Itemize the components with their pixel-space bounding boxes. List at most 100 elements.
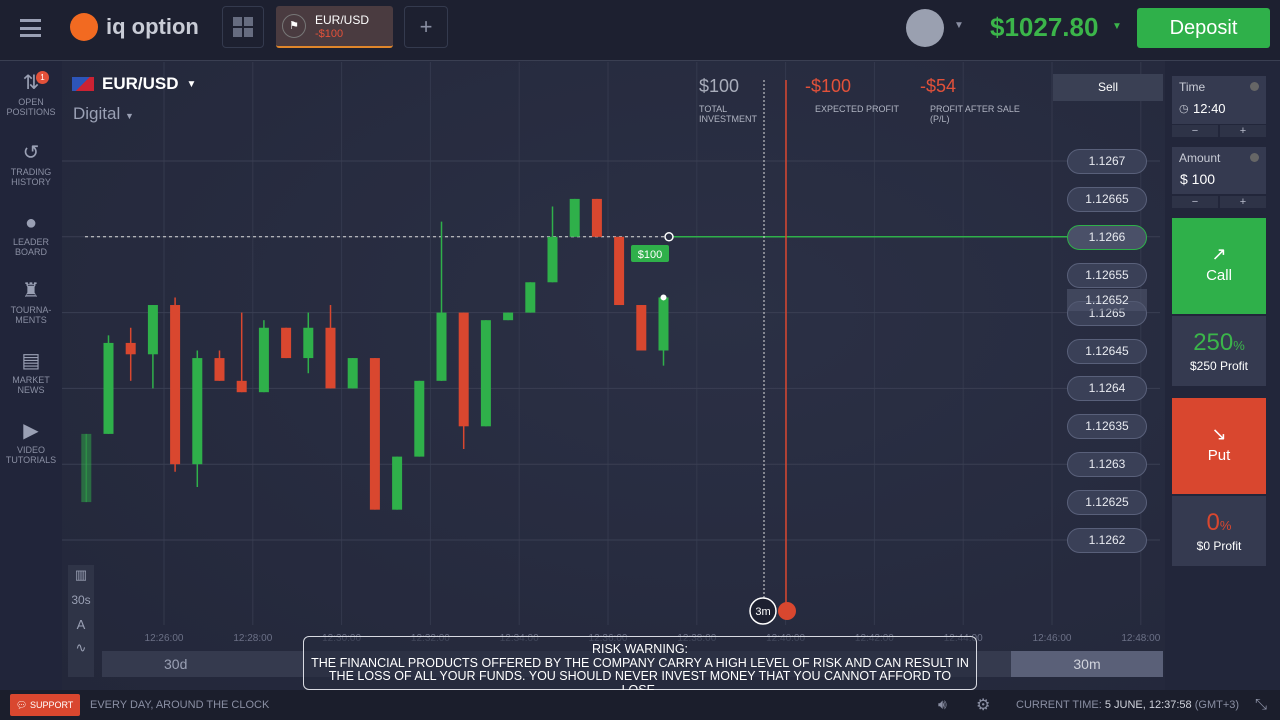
risk-warning-title: RISK WARNING: — [591, 642, 689, 656]
footer: 💬︎ SUPPORT EVERY DAY, AROUND THE CLOCK 🔊… — [0, 690, 1280, 720]
candle-body — [103, 342, 114, 434]
time-tick-label: 12:48:00 — [1121, 633, 1160, 644]
candle-body — [414, 380, 425, 457]
candle-body — [303, 327, 314, 359]
put-button[interactable]: ↘ Put — [1172, 398, 1266, 494]
call-percent: 250 — [1193, 329, 1234, 356]
put-profit-box: 0% $0 Profit — [1172, 496, 1266, 566]
candle-body — [325, 327, 336, 389]
chat-icon: 💬︎ — [16, 700, 28, 710]
put-profit: $0 Profit — [1196, 539, 1242, 553]
profit-after-sale-label: PROFIT AFTER SALE (P/L) — [930, 104, 1020, 124]
finish-flag-icon — [778, 602, 796, 620]
candle-body — [525, 282, 536, 313]
position-entry-marker — [664, 232, 674, 242]
price-level-label: 1.12665 — [1067, 186, 1147, 212]
candle-body — [547, 236, 558, 283]
current-price-dot — [660, 294, 667, 301]
percent-sign: % — [1233, 338, 1245, 353]
chart-type-icon[interactable]: ▥ — [68, 567, 94, 583]
clock-icon: ◷ — [1179, 103, 1189, 115]
profit-after-sale-value: -$54 — [920, 76, 957, 96]
expiry-timer-label: 3m — [755, 606, 770, 618]
asset-selector[interactable]: EUR/USD ▼ — [72, 74, 196, 94]
put-label: Put — [1207, 447, 1231, 464]
time-box[interactable]: Time ◷ 12:40 — [1172, 76, 1266, 124]
total-investment-label: TOTAL INVESTMENT — [699, 104, 758, 124]
amount-label: Amount — [1179, 151, 1221, 165]
candle-body — [569, 198, 580, 237]
current-time-label: CURRENT TIME: — [1016, 699, 1102, 711]
current-time-value: 5 JUNE, 12:37:58 — [1104, 699, 1192, 711]
interval-button[interactable]: 30s — [68, 593, 94, 607]
candle-body — [125, 342, 136, 355]
call-label: Call — [1206, 267, 1232, 284]
price-level-label: 1.12635 — [1067, 414, 1147, 440]
put-percent: 0 — [1206, 509, 1220, 536]
candle-body — [503, 312, 514, 321]
call-profit-box: 250% $250 Profit — [1172, 316, 1266, 386]
candle-body — [614, 236, 625, 306]
help-icon[interactable] — [1250, 82, 1259, 91]
sell-button[interactable]: Sell — [1053, 74, 1163, 101]
price-level-label: 1.1267 — [1067, 149, 1147, 174]
price-level-label: 1.1263 — [1067, 452, 1147, 478]
timezone: (GMT+3) — [1194, 699, 1240, 711]
candle-body — [281, 327, 292, 359]
amount-value: $ 100 — [1180, 171, 1216, 187]
current-price-label: 1.12652 — [1067, 289, 1147, 311]
candle-body — [436, 312, 447, 381]
candle-body — [347, 358, 358, 389]
price-level-label: 1.12655 — [1067, 262, 1147, 288]
candle-body — [591, 198, 602, 237]
candle-body — [458, 312, 469, 427]
amount-plus-button[interactable]: + — [1220, 196, 1266, 208]
candle-body — [258, 327, 269, 393]
risk-warning: RISK WARNING: THE FINANCIAL PRODUCTS OFF… — [303, 636, 977, 696]
expected-profit-value: -$100 — [805, 76, 852, 96]
candle-body — [658, 297, 669, 351]
amount-minus-button[interactable]: − — [1172, 196, 1218, 208]
amount-box[interactable]: Amount $ 100 — [1172, 147, 1266, 194]
price-level-label: 1.12625 — [1067, 490, 1147, 516]
range-start: 30d — [164, 656, 188, 672]
candle-body — [147, 305, 158, 355]
price-level-label: 1.1266 — [1067, 224, 1147, 250]
current-time: CURRENT TIME: 5 JUNE, 12:37:58 (GMT+3) — [1016, 699, 1239, 711]
total-investment-value: $100 — [699, 76, 740, 96]
support-button[interactable]: 💬︎ SUPPORT — [10, 694, 80, 716]
candle-body — [636, 305, 647, 351]
chart-tools: ▥ 30s A ∿ — [68, 565, 94, 677]
candle-body — [480, 320, 491, 427]
option-type-selector[interactable]: Digital ▼ — [73, 104, 134, 124]
candle-body — [214, 358, 225, 381]
time-tick-label: 12:46:00 — [1033, 633, 1072, 644]
chart-up-icon: ↗ — [1211, 244, 1227, 264]
help-icon[interactable] — [1250, 153, 1259, 162]
indicators-icon[interactable]: ∿ — [68, 640, 94, 656]
candle-body — [170, 305, 181, 465]
option-type: Digital — [73, 104, 121, 123]
time-tick-label: 12:26:00 — [145, 633, 184, 644]
support-text: EVERY DAY, AROUND THE CLOCK — [90, 699, 270, 711]
settings-icon[interactable]: ⚙ — [976, 695, 990, 715]
chart-down-icon: ↘ — [1211, 424, 1227, 444]
time-minus-button[interactable]: − — [1172, 125, 1218, 137]
position-tag-label: $100 — [638, 249, 662, 261]
range-30m-button[interactable]: 30m — [1011, 651, 1163, 677]
time-tick-label: 12:28:00 — [233, 633, 272, 644]
time-plus-button[interactable]: + — [1220, 125, 1266, 137]
price-level-label: 1.1264 — [1067, 376, 1147, 402]
candle-body — [369, 358, 380, 510]
sound-icon[interactable]: 🔊︎ — [938, 696, 947, 713]
chevron-down-icon: ▼ — [124, 111, 134, 121]
fullscreen-icon[interactable]: ⤡ — [1255, 696, 1267, 713]
price-level-label: 1.1262 — [1067, 528, 1147, 553]
drawing-tools-icon[interactable]: A — [68, 617, 94, 632]
eur-usd-flag-icon — [72, 77, 94, 91]
time-label: Time — [1179, 80, 1206, 94]
chevron-down-icon: ▼ — [186, 78, 197, 90]
candle-body — [81, 433, 92, 503]
time-value: 12:40 — [1193, 101, 1226, 116]
call-button[interactable]: ↗ Call — [1172, 218, 1266, 314]
